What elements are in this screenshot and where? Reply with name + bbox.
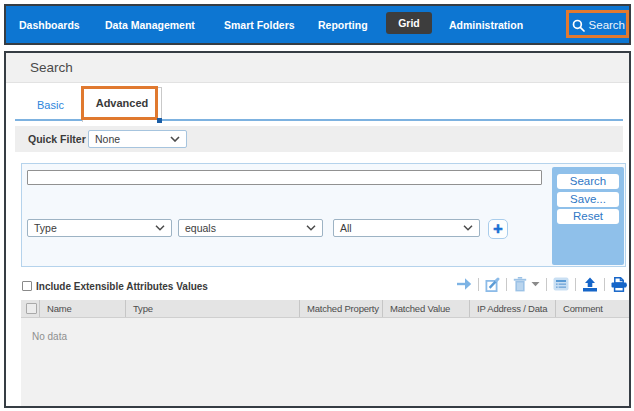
print-icon[interactable]	[611, 277, 627, 292]
column-header-ip-address-data[interactable]: IP Address / Data	[470, 300, 556, 317]
column-header-name[interactable]: Name	[40, 300, 126, 317]
chevron-down-icon	[463, 225, 473, 231]
results-table-body: No data	[21, 318, 629, 406]
toolbar-separator	[604, 278, 605, 291]
toolbar-separator	[575, 278, 576, 291]
search-button[interactable]: Search	[557, 174, 619, 189]
app-window: Dashboards Data Management Smart Folders…	[0, 0, 634, 411]
value-select-value: All	[340, 222, 352, 234]
column-header-comment[interactable]: Comment	[556, 300, 629, 317]
column-header-matched-property[interactable]: Matched Property	[300, 300, 383, 317]
tab-advanced[interactable]: Advanced	[82, 87, 162, 122]
nav-item-dashboards[interactable]: Dashboards	[19, 19, 80, 31]
quick-filter-select[interactable]: None	[88, 130, 187, 148]
reset-button[interactable]: Reset	[557, 209, 619, 224]
delete-dropdown-caret[interactable]	[531, 281, 540, 287]
toolbar-separator	[478, 278, 479, 291]
edit-icon[interactable]	[485, 277, 500, 292]
nav-item-reporting[interactable]: Reporting	[318, 19, 368, 31]
column-header-type[interactable]: Type	[126, 300, 300, 317]
active-tab-indicator	[157, 118, 162, 123]
nav-item-administration[interactable]: Administration	[449, 19, 523, 31]
include-ea-label: Include Extensible Attributes Values	[36, 281, 208, 292]
select-all-checkbox[interactable]	[26, 303, 37, 314]
add-condition-button[interactable]: +	[488, 219, 508, 239]
chevron-down-icon	[306, 225, 316, 231]
value-select[interactable]: All	[333, 219, 480, 237]
operator-select-value: equals	[185, 222, 216, 234]
results-table-header: Name Type Matched Property Matched Value…	[21, 300, 629, 318]
search-panel: Search Basic Advanced Quick Filter None	[4, 51, 631, 408]
save-button[interactable]: Save...	[557, 192, 619, 207]
results-toolbar	[456, 276, 627, 292]
nav-item-smart-folders[interactable]: Smart Folders	[224, 19, 295, 31]
field-select-value: Type	[34, 222, 57, 234]
chevron-down-icon	[170, 136, 180, 142]
toolbar-separator	[546, 278, 547, 291]
toolbar-separator	[506, 278, 507, 291]
panel-title: Search	[30, 60, 73, 75]
query-text-input[interactable]	[27, 170, 542, 185]
quick-filter-label: Quick Filter	[28, 133, 86, 145]
tab-basic[interactable]: Basic	[37, 99, 64, 111]
empty-table-message: No data	[32, 331, 67, 342]
search-icon	[572, 19, 585, 32]
csv-export-icon[interactable]	[553, 277, 569, 291]
quick-filter-bar: Quick Filter None	[15, 126, 623, 152]
go-to-icon[interactable]	[456, 277, 472, 291]
operator-select[interactable]: equals	[178, 219, 323, 237]
include-ea-checkbox[interactable]	[22, 281, 32, 291]
nav-item-data-management[interactable]: Data Management	[105, 19, 195, 31]
quick-filter-value: None	[95, 133, 120, 145]
chevron-down-icon	[155, 225, 165, 231]
header-select-all[interactable]	[21, 300, 40, 317]
column-header-matched-value[interactable]: Matched Value	[383, 300, 470, 317]
navbar-search-button[interactable]: Search	[572, 15, 625, 35]
upload-icon[interactable]	[582, 277, 598, 292]
field-select[interactable]: Type	[27, 219, 172, 237]
panel-titlebar: Search	[6, 53, 629, 83]
navbar-search-label: Search	[589, 19, 625, 31]
builder-button-column: Search Save... Reset	[552, 167, 624, 265]
delete-icon[interactable]	[513, 277, 527, 292]
query-builder: Type equals All +	[21, 163, 626, 267]
nav-item-grid-active[interactable]: Grid	[386, 12, 432, 34]
top-navbar: Dashboards Data Management Smart Folders…	[4, 4, 631, 45]
tab-advanced-label: Advanced	[96, 97, 149, 109]
